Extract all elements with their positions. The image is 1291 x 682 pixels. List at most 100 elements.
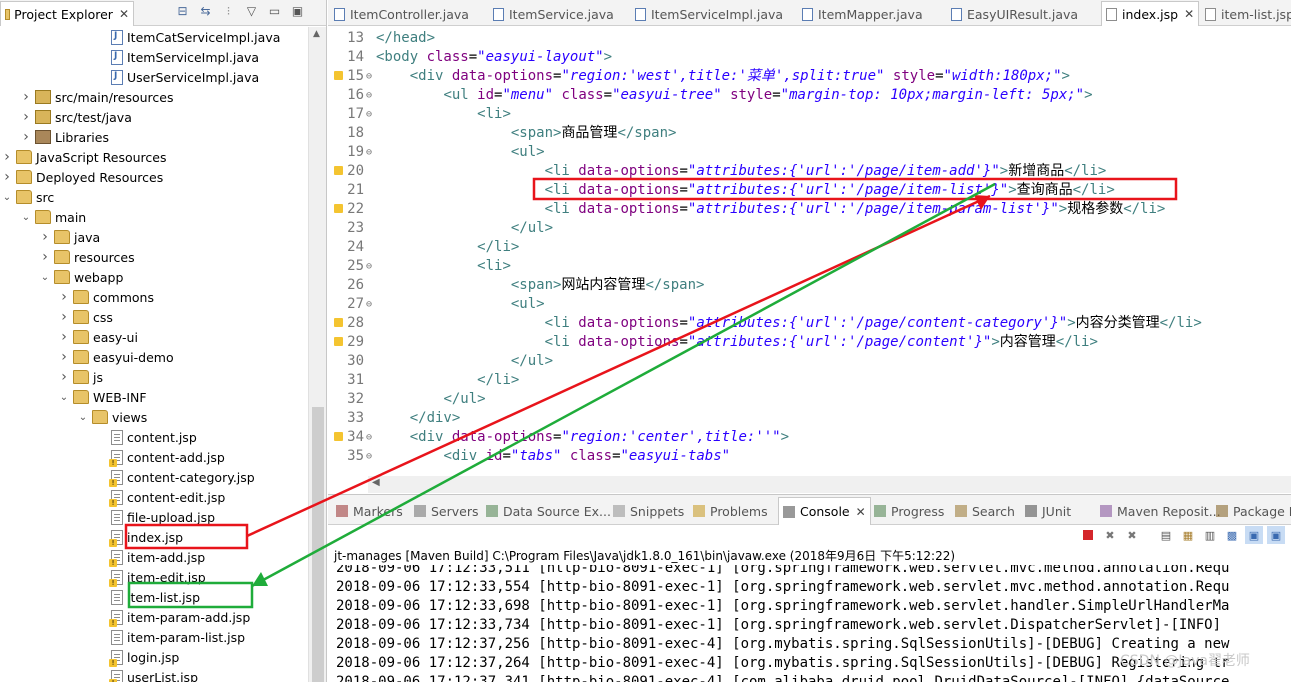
tree-item[interactable]: ItemServiceImpl.java: [0, 47, 308, 67]
tree-item[interactable]: content.jsp: [0, 427, 308, 447]
close-icon[interactable]: ✕: [119, 7, 129, 21]
chevron-right-icon[interactable]: ›: [1, 169, 13, 185]
remove-launch-icon[interactable]: ✖: [1101, 526, 1119, 544]
code-line[interactable]: ⊖ 15 <div data-options = "region:'west',tit…: [328, 67, 1291, 86]
fold-icon[interactable]: ⊖: [366, 428, 372, 447]
tree-item[interactable]: › src/main/resources: [0, 87, 308, 107]
bottom-tab[interactable]: Console ✕: [778, 497, 871, 525]
code-line[interactable]: 29 <li data-options="attributes:{'url':'…: [328, 333, 1291, 352]
tree-item[interactable]: index.jsp: [0, 527, 308, 547]
code-line[interactable]: ⊖ 25 <li>: [328, 257, 1291, 276]
fold-icon[interactable]: ⊖: [366, 105, 372, 124]
chevron-right-icon[interactable]: ›: [20, 109, 32, 125]
code-line[interactable]: 20 <li data-options="attributes:{'url':'…: [328, 162, 1291, 181]
tree-item[interactable]: ItemCatServiceImpl.java: [0, 27, 308, 47]
chevron-down-icon[interactable]: ⌄: [20, 212, 32, 223]
code-line[interactable]: 28 <li data-options="attributes:{'url':'…: [328, 314, 1291, 333]
bottom-tab[interactable]: Maven Reposit...: [1100, 501, 1221, 521]
bottom-tab[interactable]: JUnit: [1025, 501, 1071, 521]
code-line[interactable]: ⊖ 27 <ul>: [328, 295, 1291, 314]
tree-item[interactable]: content-add.jsp: [0, 447, 308, 467]
code-line[interactable]: ⊖ 34 <div data-options="region:'center',t…: [328, 428, 1291, 447]
explorer-scroll-thumb[interactable]: [312, 407, 324, 682]
chevron-down-icon[interactable]: ⌄: [39, 272, 51, 283]
chevron-right-icon[interactable]: ›: [39, 229, 51, 245]
tree-item[interactable]: ⌄ webapp: [0, 267, 308, 287]
close-icon[interactable]: ✕: [1184, 7, 1194, 21]
code-line[interactable]: 14 <body class="easyui-layout">: [328, 48, 1291, 67]
fold-icon[interactable]: ⊖: [366, 295, 372, 314]
bottom-tab[interactable]: Progress: [874, 501, 944, 521]
tree-item[interactable]: item-list.jsp: [0, 587, 308, 607]
tree-item[interactable]: ⌄ src: [0, 187, 308, 207]
tree-item[interactable]: content-category.jsp: [0, 467, 308, 487]
tree-item[interactable]: › Deployed Resources: [0, 167, 308, 187]
link-with-editor-icon[interactable]: ⇆: [197, 2, 214, 19]
bottom-tab[interactable]: Markers: [336, 501, 403, 521]
bottom-tab[interactable]: Package E: [1216, 501, 1291, 521]
tree-item[interactable]: ⌄ main: [0, 207, 308, 227]
chevron-right-icon[interactable]: ›: [58, 329, 70, 345]
code-line[interactable]: 26 <span>网站内容管理</span>: [328, 276, 1291, 295]
tree-item[interactable]: file-upload.jsp: [0, 507, 308, 527]
bottom-tab[interactable]: Data Source Ex...: [486, 501, 611, 521]
tree-item[interactable]: › js: [0, 367, 308, 387]
code-line[interactable]: 23 </ul>: [328, 219, 1291, 238]
tree-item[interactable]: item-param-list.jsp: [0, 627, 308, 647]
tree-item[interactable]: content-edit.jsp: [0, 487, 308, 507]
chevron-right-icon[interactable]: ›: [58, 289, 70, 305]
code-line[interactable]: 32 </ul>: [328, 390, 1291, 409]
code-line[interactable]: 18 <span>商品管理</span>: [328, 124, 1291, 143]
code-line[interactable]: ⊖ 17 <li>: [328, 105, 1291, 124]
chevron-right-icon[interactable]: ›: [58, 309, 70, 325]
show-console-on-output-icon[interactable]: ▣: [1245, 526, 1263, 544]
chevron-right-icon[interactable]: ›: [58, 349, 70, 365]
code-line[interactable]: 33 </div>: [328, 409, 1291, 428]
view-menu-icon[interactable]: ▽: [243, 2, 260, 19]
chevron-right-icon[interactable]: ›: [20, 129, 32, 145]
word-wrap-icon[interactable]: ▥: [1201, 526, 1219, 544]
editor-tab[interactable]: ItemService.java: [493, 3, 614, 25]
editor-horizontal-scrollbar[interactable]: ◀: [368, 476, 1291, 493]
editor-tab[interactable]: ItemServiceImpl.java: [635, 3, 783, 25]
tree-item[interactable]: UserServiceImpl.java: [0, 67, 308, 87]
bottom-tab[interactable]: Snippets: [613, 501, 684, 521]
tab-project-explorer[interactable]: Project Explorer ✕: [0, 1, 134, 26]
scroll-up-icon[interactable]: ▲: [313, 29, 320, 39]
fold-icon[interactable]: ⊖: [366, 447, 372, 466]
code-line[interactable]: 30 </ul>: [328, 352, 1291, 371]
code-line[interactable]: 31 </li>: [328, 371, 1291, 390]
minimize-icon[interactable]: ▭: [266, 2, 283, 19]
bottom-tab[interactable]: Problems: [693, 501, 768, 521]
bottom-tab[interactable]: Servers: [414, 501, 479, 521]
close-icon[interactable]: ✕: [856, 505, 866, 519]
maximize-icon[interactable]: ▣: [289, 2, 306, 19]
tree-item[interactable]: item-edit.jsp: [0, 567, 308, 587]
fold-icon[interactable]: ⊖: [366, 67, 372, 86]
tree-item[interactable]: ⌄ views: [0, 407, 308, 427]
tree-item[interactable]: › Libraries: [0, 127, 308, 147]
code-line[interactable]: ⊖ 35 <div id="tabs" class="easyui-tabs": [328, 447, 1291, 466]
chevron-down-icon[interactable]: ⌄: [77, 412, 89, 423]
chevron-right-icon[interactable]: ›: [20, 89, 32, 105]
chevron-right-icon[interactable]: ›: [39, 249, 51, 265]
pin-console-icon[interactable]: ▩: [1223, 526, 1241, 544]
tree-item[interactable]: › JavaScript Resources: [0, 147, 308, 167]
chevron-down-icon[interactable]: ⌄: [58, 392, 70, 403]
code-line[interactable]: ⊖ 19 <ul>: [328, 143, 1291, 162]
tree-item[interactable]: › css: [0, 307, 308, 327]
tree-item[interactable]: item-param-add.jsp: [0, 607, 308, 627]
editor-tab[interactable]: ItemController.java: [334, 3, 469, 25]
explorer-scrollbar[interactable]: ▲: [308, 27, 326, 682]
code-line[interactable]: 21 <li data-options="attributes:{'url':'…: [328, 181, 1291, 200]
code-line[interactable]: 22 <li data-options="attributes:{'url':'…: [328, 200, 1291, 219]
code-editor[interactable]: 13 </head> 14 <body class="easyui-layout"> ⊖…: [328, 27, 1291, 467]
scroll-lock-icon[interactable]: ▦: [1179, 526, 1197, 544]
clear-console-icon[interactable]: ▤: [1157, 526, 1175, 544]
show-console-on-error-icon[interactable]: ▣: [1267, 526, 1285, 544]
tree-item[interactable]: ⌄ WEB-INF: [0, 387, 308, 407]
fold-icon[interactable]: ⊖: [366, 143, 372, 162]
code-line[interactable]: ⊖ 16 <ul id="menu" class="easyui-tree" st…: [328, 86, 1291, 105]
chevron-right-icon[interactable]: ›: [58, 369, 70, 385]
remove-all-launches-icon[interactable]: ✖: [1123, 526, 1141, 544]
